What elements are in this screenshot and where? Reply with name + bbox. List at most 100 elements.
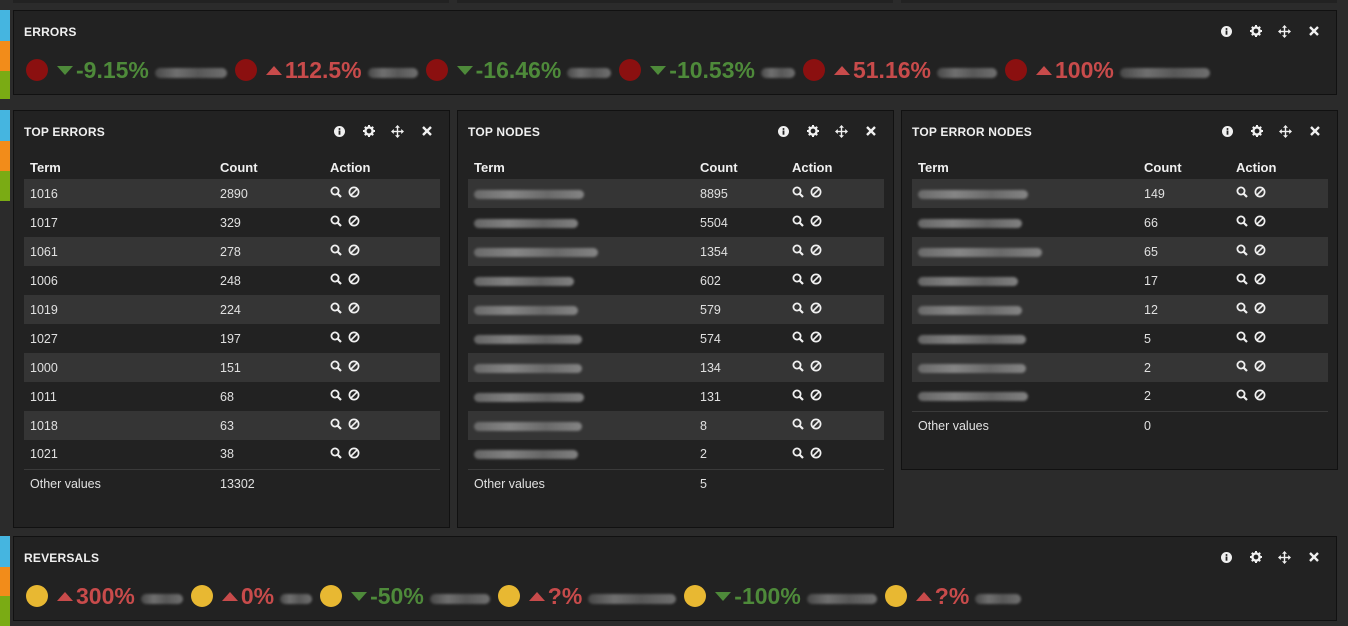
info-icon[interactable]: [1213, 123, 1242, 139]
term-cell: 1016: [24, 179, 214, 208]
term-cell: [468, 353, 694, 382]
search-icon[interactable]: [1236, 360, 1248, 375]
search-icon[interactable]: [1236, 302, 1248, 317]
ban-icon[interactable]: [1254, 273, 1266, 288]
ban-icon[interactable]: [810, 331, 822, 346]
count-cell: 8895: [694, 179, 786, 208]
search-icon[interactable]: [330, 273, 342, 288]
ban-icon[interactable]: [348, 244, 360, 259]
action-cell: [324, 382, 440, 411]
column-header-term[interactable]: Term: [24, 155, 214, 179]
count-cell: 5: [1144, 331, 1151, 346]
column-header-count[interactable]: Count: [694, 155, 786, 179]
ban-icon[interactable]: [348, 447, 360, 462]
ban-icon[interactable]: [810, 302, 822, 317]
search-icon[interactable]: [792, 418, 804, 433]
info-icon[interactable]: [769, 123, 798, 139]
search-icon[interactable]: [792, 447, 804, 462]
trend-item: -50%: [320, 583, 490, 610]
ban-icon[interactable]: [348, 302, 360, 317]
move-icon[interactable]: [1270, 549, 1299, 565]
ban-icon[interactable]: [1254, 389, 1266, 404]
ban-icon[interactable]: [810, 186, 822, 201]
ban-icon[interactable]: [810, 389, 822, 404]
column-header-count[interactable]: Count: [1138, 155, 1230, 179]
search-icon[interactable]: [330, 244, 342, 259]
search-icon[interactable]: [792, 273, 804, 288]
move-icon[interactable]: [827, 123, 856, 139]
close-icon[interactable]: [1299, 549, 1328, 565]
gear-icon[interactable]: [798, 123, 827, 139]
trend-item: ?%: [884, 583, 1022, 610]
info-icon[interactable]: [1212, 23, 1241, 39]
ban-icon[interactable]: [810, 418, 822, 433]
search-icon[interactable]: [330, 215, 342, 230]
close-icon[interactable]: [1299, 23, 1328, 39]
ban-icon[interactable]: [348, 360, 360, 375]
search-icon[interactable]: [1236, 186, 1248, 201]
search-icon[interactable]: [792, 331, 804, 346]
search-icon[interactable]: [1236, 389, 1248, 404]
ban-icon[interactable]: [1254, 186, 1266, 201]
move-icon[interactable]: [383, 123, 412, 139]
redacted-label: [367, 68, 418, 78]
move-icon[interactable]: [1271, 123, 1300, 139]
gear-icon[interactable]: [1241, 23, 1270, 39]
search-icon[interactable]: [1236, 244, 1248, 259]
info-icon[interactable]: [325, 123, 354, 139]
search-icon[interactable]: [330, 418, 342, 433]
search-icon[interactable]: [330, 302, 342, 317]
ban-icon[interactable]: [348, 273, 360, 288]
search-icon[interactable]: [1236, 215, 1248, 230]
search-icon[interactable]: [792, 186, 804, 201]
close-icon[interactable]: [856, 123, 885, 139]
search-icon[interactable]: [792, 360, 804, 375]
ban-icon[interactable]: [1254, 302, 1266, 317]
info-icon[interactable]: [1212, 549, 1241, 565]
search-icon[interactable]: [330, 186, 342, 201]
close-icon[interactable]: [1300, 123, 1329, 139]
table-row: 574: [468, 324, 884, 353]
search-icon[interactable]: [792, 389, 804, 404]
ban-icon[interactable]: [348, 389, 360, 404]
redacted-term: [474, 247, 598, 257]
row-tab-reversals[interactable]: [0, 536, 10, 626]
column-header-term[interactable]: Term: [468, 155, 694, 179]
ban-icon[interactable]: [348, 418, 360, 433]
gear-icon[interactable]: [1242, 123, 1271, 139]
ban-icon[interactable]: [810, 360, 822, 375]
search-icon[interactable]: [330, 389, 342, 404]
row-tab-errors[interactable]: [0, 10, 10, 99]
count-cell: 12: [1138, 295, 1230, 324]
search-icon[interactable]: [330, 360, 342, 375]
search-icon[interactable]: [1236, 331, 1248, 346]
close-icon[interactable]: [412, 123, 441, 139]
ban-icon[interactable]: [348, 331, 360, 346]
other-values-row: Other values 0: [912, 410, 1328, 440]
term-cell: [912, 353, 1138, 382]
count-cell: 248: [220, 273, 241, 288]
ban-icon[interactable]: [1254, 331, 1266, 346]
ban-icon[interactable]: [810, 215, 822, 230]
gear-icon[interactable]: [354, 123, 383, 139]
search-icon[interactable]: [792, 302, 804, 317]
column-header-count[interactable]: Count: [214, 155, 324, 179]
ban-icon[interactable]: [810, 244, 822, 259]
ban-icon[interactable]: [348, 186, 360, 201]
ban-icon[interactable]: [810, 273, 822, 288]
ban-icon[interactable]: [810, 447, 822, 462]
gear-icon[interactable]: [1241, 549, 1270, 565]
panel-title: REVERSALS: [24, 551, 100, 565]
column-header-term[interactable]: Term: [912, 155, 1138, 179]
ban-icon[interactable]: [1254, 215, 1266, 230]
ban-icon[interactable]: [1254, 360, 1266, 375]
search-icon[interactable]: [330, 331, 342, 346]
move-icon[interactable]: [1270, 23, 1299, 39]
row-tab-tables[interactable]: [0, 110, 10, 201]
search-icon[interactable]: [792, 215, 804, 230]
search-icon[interactable]: [792, 244, 804, 259]
ban-icon[interactable]: [348, 215, 360, 230]
ban-icon[interactable]: [1254, 244, 1266, 259]
search-icon[interactable]: [330, 447, 342, 462]
search-icon[interactable]: [1236, 273, 1248, 288]
